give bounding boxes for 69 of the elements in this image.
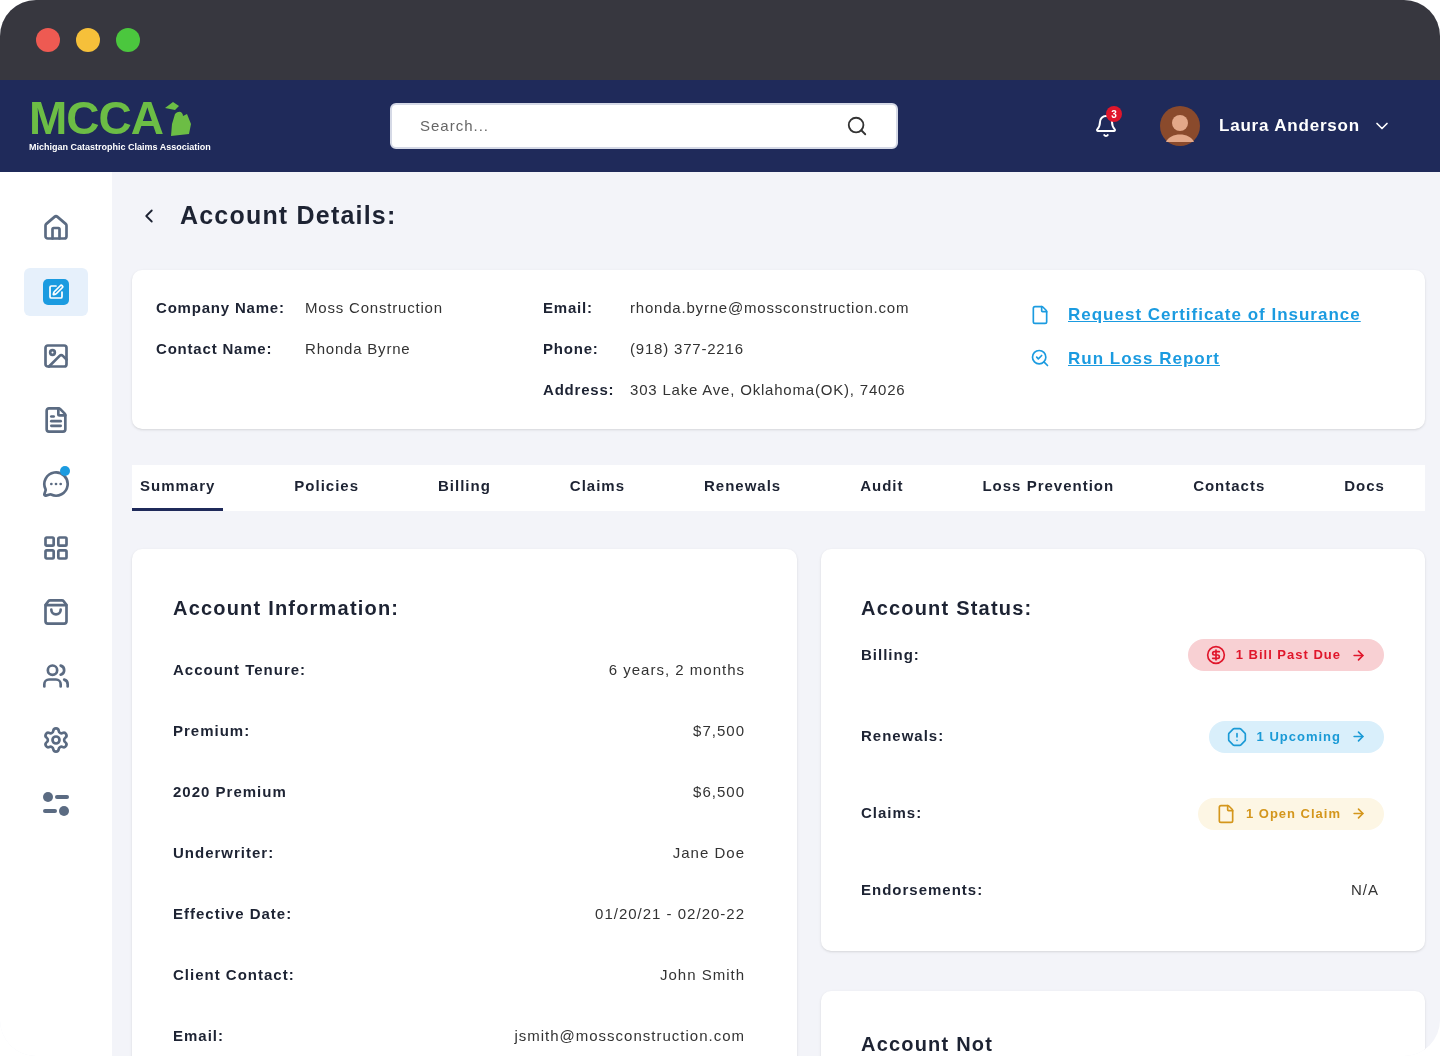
info-value: John Smith: [659, 965, 745, 986]
logo-text: MCCA: [29, 97, 163, 138]
info-value: Jane Doe: [672, 843, 745, 864]
arrow-right-icon: [1351, 729, 1366, 744]
toggles-icon: [42, 791, 70, 817]
info-value: 6 years, 2 months: [608, 660, 745, 681]
home-icon: [42, 214, 70, 242]
status-label: Endorsements:: [861, 880, 984, 901]
info-label: Premium:: [173, 721, 251, 742]
info-value: $6,500: [693, 782, 745, 803]
tab[interactable]: Contacts: [1185, 465, 1274, 511]
field-value: Rhonda Byrne: [305, 339, 411, 358]
sidebar-item[interactable]: [24, 268, 88, 316]
field-label: Email:: [543, 298, 594, 317]
card-title: Account Not: [861, 1032, 995, 1056]
info-label: Effective Date:: [173, 904, 293, 925]
info-label: Email:: [173, 1026, 224, 1047]
status-label: Billing:: [861, 644, 920, 665]
state-map-icon: [163, 99, 193, 138]
page-title: Account Details:: [180, 200, 397, 232]
search-icon: [1030, 348, 1050, 369]
tab[interactable]: Billing: [430, 465, 499, 511]
document-icon: [42, 406, 70, 434]
settings-icon: [42, 726, 70, 754]
info-label: Client Contact:: [173, 965, 295, 986]
field-value: (918) 377-2216: [630, 339, 744, 358]
tab[interactable]: Summary: [132, 465, 224, 511]
info-label: 2020 Premium: [173, 782, 287, 803]
card-title: Account Status:: [861, 596, 1034, 617]
field-value: Moss Construction: [305, 298, 443, 317]
tab[interactable]: Policies: [286, 465, 368, 511]
image-icon: [42, 342, 70, 370]
dollar-icon: [1205, 645, 1226, 665]
arrow-right-icon: [1351, 647, 1366, 663]
info-label: Account Tenure:: [173, 660, 307, 681]
tab[interactable]: Docs: [1336, 465, 1393, 511]
search-icon[interactable]: [846, 115, 868, 137]
info-label: Underwriter:: [173, 843, 275, 864]
tab[interactable]: Loss Prevention: [974, 465, 1123, 511]
search-input[interactable]: Search...: [420, 114, 619, 138]
logo-tagline: Michigan Catastrophic Claims Association: [29, 140, 212, 154]
bag-icon: [42, 598, 70, 626]
status-label: Claims:: [861, 803, 923, 824]
alert-icon: [1226, 726, 1247, 747]
search-field[interactable]: Search...: [390, 103, 898, 149]
grid-icon: [42, 534, 70, 562]
field-label: Address:: [543, 380, 616, 399]
user-menu[interactable]: Laura Anderson: [1219, 113, 1392, 139]
status-label: Renewals:: [861, 726, 945, 747]
users-icon: [42, 662, 70, 690]
field-value: rhonda.byrne@mossconstruction.com: [630, 298, 910, 317]
card-title: Account Information:: [173, 596, 401, 617]
avatar[interactable]: [1160, 106, 1200, 146]
edit-icon: [43, 279, 69, 305]
notification-badge: 3: [1106, 106, 1122, 122]
field-label: Phone:: [543, 339, 600, 358]
arrow-right-icon: [1351, 806, 1366, 821]
info-value: jsmith@mossconstruction.com: [514, 1026, 745, 1047]
info-value: $7,500: [693, 721, 745, 742]
field-label: Contact Name:: [156, 339, 274, 358]
info-value: 01/20/21 - 02/20-22: [595, 904, 745, 925]
tab[interactable]: Claims: [561, 465, 633, 511]
chat-icon: [42, 470, 70, 498]
field-value: 303 Lake Ave, Oklahoma(OK), 74026: [630, 380, 906, 399]
tab[interactable]: Audit: [852, 465, 912, 511]
field-label: Company Name:: [156, 298, 286, 317]
status-value: N/A: [1351, 880, 1380, 901]
file-icon: [1030, 304, 1050, 325]
tab[interactable]: Renewals: [696, 465, 790, 511]
